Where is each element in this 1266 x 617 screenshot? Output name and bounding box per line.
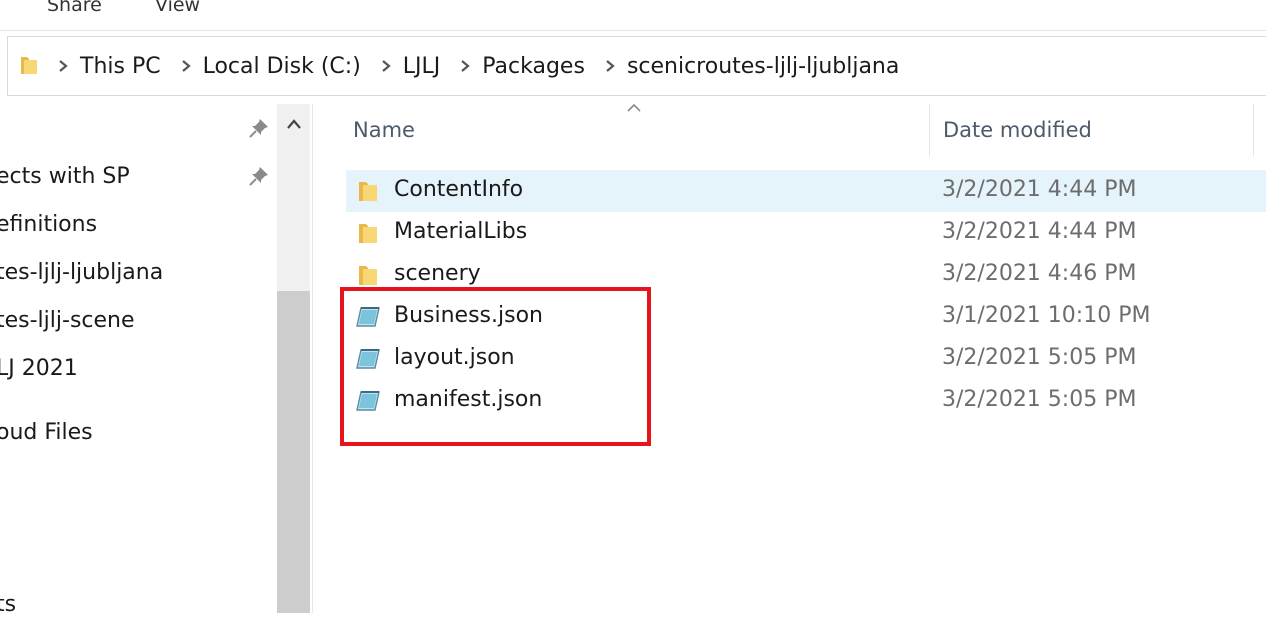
nav-item-quick-access-2[interactable]: efinitions	[0, 212, 97, 237]
sort-ascending-icon	[627, 103, 641, 112]
folder-icon	[359, 182, 377, 201]
breadcrumb-label[interactable]: scenicroutes-ljlj-ljubljana	[627, 54, 899, 79]
folder-icon	[21, 57, 37, 74]
notepad-file-icon	[356, 307, 380, 327]
file-row-contentinfo[interactable]: ContentInfo 3/2/2021 4:44 PM	[346, 170, 1266, 212]
pane-divider[interactable]	[312, 104, 313, 613]
file-row-manifest-json[interactable]: manifest.json 3/2/2021 5:05 PM	[346, 380, 1266, 422]
file-date: 3/2/2021 4:44 PM	[942, 219, 1137, 244]
pin-icon[interactable]	[248, 117, 270, 139]
folder-icon	[359, 266, 377, 285]
nav-item-cloud-files[interactable]: oud Files	[0, 420, 93, 445]
breadcrumb-label[interactable]: Packages	[482, 54, 585, 79]
nav-item-quick-access-4[interactable]: tes-ljlj-scene	[0, 308, 135, 333]
nav-item-quick-access-5[interactable]: LJ 2021	[0, 356, 78, 381]
file-name: MaterialLibs	[394, 219, 528, 244]
file-name: manifest.json	[394, 387, 543, 412]
tab-view[interactable]: View	[155, 0, 200, 16]
chevron-right-icon[interactable]	[599, 55, 621, 77]
column-header-name[interactable]: Name	[353, 118, 415, 142]
file-date: 3/2/2021 4:46 PM	[942, 261, 1137, 286]
column-separator[interactable]	[929, 104, 930, 156]
breadcrumb-label[interactable]: Local Disk (C:)	[203, 54, 361, 79]
chevron-up-icon[interactable]	[284, 116, 304, 132]
breadcrumb: This PC Local Disk (C:) LJLJ Packages sc…	[52, 37, 913, 95]
file-row-layout-json[interactable]: layout.json 3/2/2021 5:05 PM	[346, 338, 1266, 380]
file-row-scenery[interactable]: scenery 3/2/2021 4:46 PM	[346, 254, 1266, 296]
notepad-file-icon	[356, 349, 380, 369]
file-name: ContentInfo	[394, 177, 524, 202]
file-name: layout.json	[394, 345, 515, 370]
breadcrumb-packages[interactable]: Packages	[454, 54, 599, 79]
file-name: scenery	[394, 261, 481, 286]
file-date: 3/1/2021 10:10 PM	[942, 303, 1151, 328]
breadcrumb-local-disk[interactable]: Local Disk (C:)	[175, 54, 375, 79]
nav-scrollbar-thumb[interactable]	[277, 291, 310, 613]
breadcrumb-ljlj[interactable]: LJLJ	[375, 54, 455, 79]
breadcrumb-current-folder[interactable]: scenicroutes-ljlj-ljubljana	[599, 54, 913, 79]
breadcrumb-label[interactable]: LJLJ	[403, 54, 441, 79]
nav-item-partial[interactable]: ts	[0, 592, 16, 617]
navigation-pane: ects with SP efinitions tes-ljlj-ljublja…	[0, 104, 310, 617]
folder-icon	[359, 224, 377, 243]
notepad-file-icon	[356, 391, 380, 411]
breadcrumb-this-pc[interactable]: This PC	[52, 54, 175, 79]
file-row-materiallibs[interactable]: MaterialLibs 3/2/2021 4:44 PM	[346, 212, 1266, 254]
chevron-right-icon[interactable]	[375, 55, 397, 77]
file-date: 3/2/2021 4:44 PM	[942, 177, 1137, 202]
chevron-right-icon[interactable]	[175, 55, 197, 77]
chevron-right-icon[interactable]	[52, 55, 74, 77]
pin-icon[interactable]	[248, 165, 270, 187]
file-row-business-json[interactable]: Business.json 3/1/2021 10:10 PM	[346, 296, 1266, 338]
file-date: 3/2/2021 5:05 PM	[942, 345, 1137, 370]
file-name: Business.json	[394, 303, 543, 328]
chevron-right-icon[interactable]	[454, 55, 476, 77]
column-separator[interactable]	[1253, 104, 1254, 156]
tab-share[interactable]: Share	[47, 0, 102, 16]
breadcrumb-label[interactable]: This PC	[80, 54, 161, 79]
column-header-date-modified[interactable]: Date modified	[943, 118, 1092, 142]
ribbon: Share View	[0, 0, 1266, 31]
nav-item-quick-access-3[interactable]: tes-ljlj-ljubljana	[0, 260, 163, 285]
address-bar[interactable]: This PC Local Disk (C:) LJLJ Packages sc…	[7, 36, 1266, 96]
nav-item-quick-access-1[interactable]: ects with SP	[0, 164, 130, 189]
file-date: 3/2/2021 5:05 PM	[942, 387, 1137, 412]
